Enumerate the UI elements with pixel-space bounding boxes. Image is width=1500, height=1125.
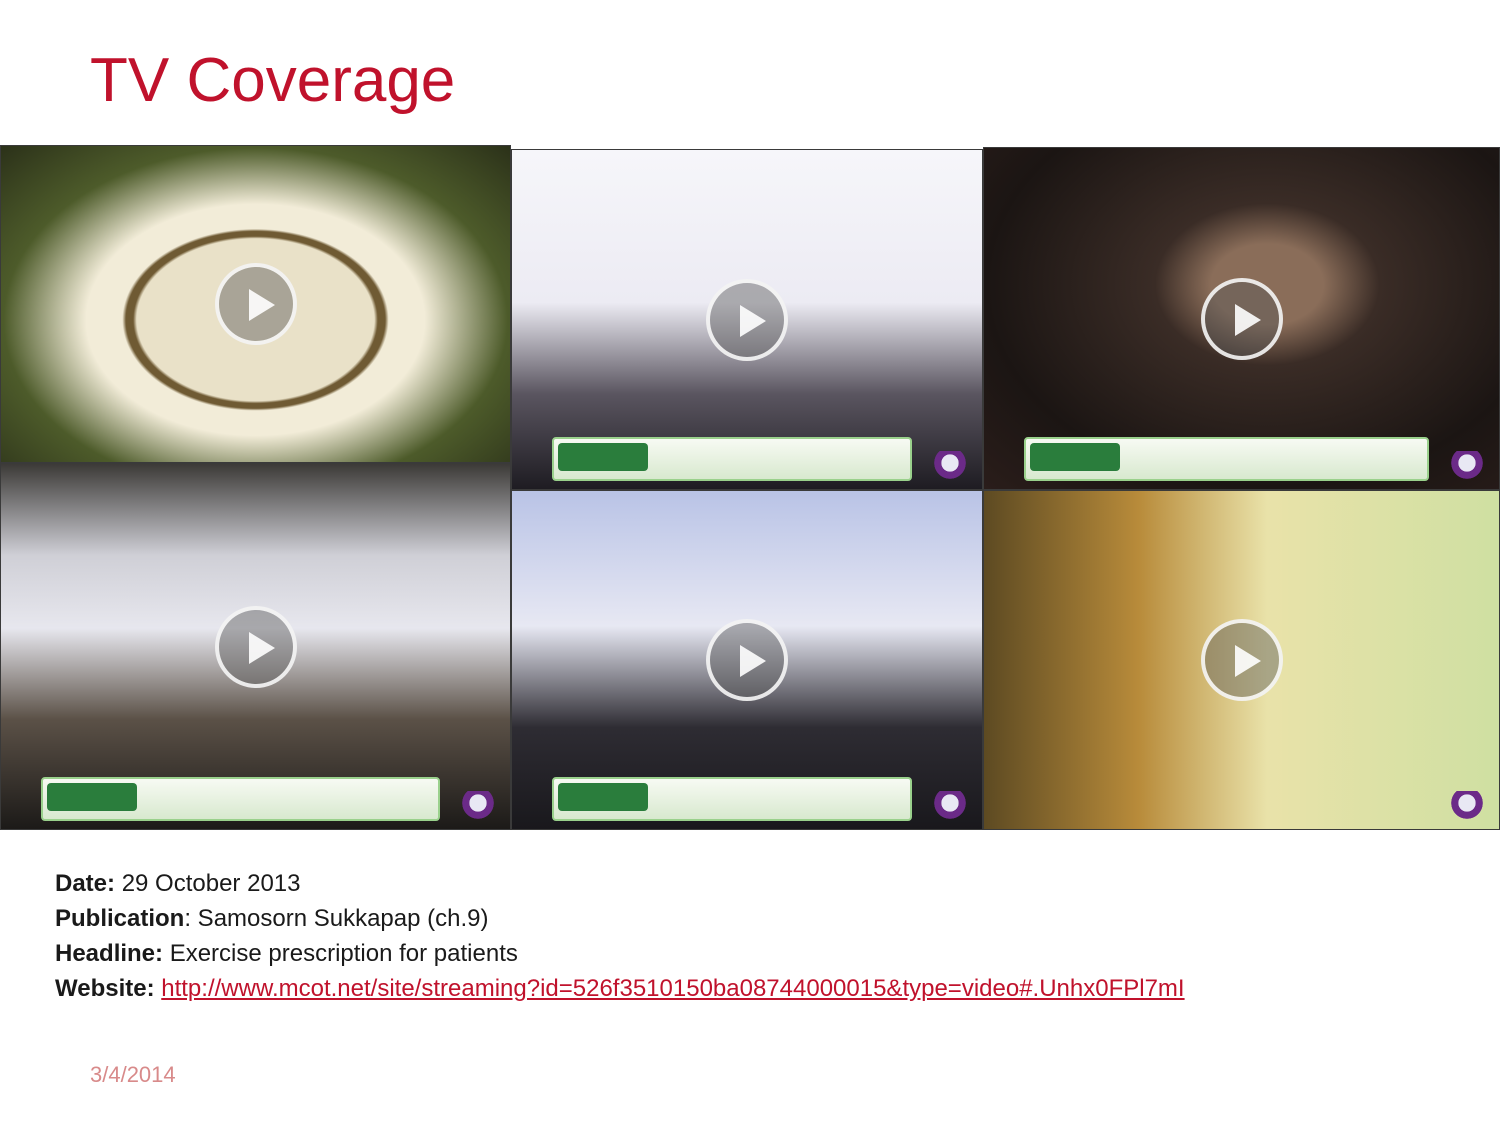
play-icon[interactable] <box>214 263 297 345</box>
channel-logo-icon <box>1445 791 1489 821</box>
slide-title: TV Coverage <box>90 46 456 115</box>
channel-logo-icon <box>456 791 500 821</box>
play-icon[interactable] <box>1200 277 1283 360</box>
headline-value: Exercise prescription for patients <box>169 940 518 967</box>
headline-line: Headline: Exercise prescription for pati… <box>55 936 1185 971</box>
video-thumbnail-5[interactable] <box>511 490 983 830</box>
broadcast-banner <box>1024 437 1429 481</box>
broadcast-banner <box>41 777 440 821</box>
broadcast-banner <box>552 777 912 821</box>
date-label: Date: <box>55 870 116 897</box>
broadcast-banner <box>552 437 912 481</box>
play-icon[interactable] <box>1200 619 1283 701</box>
play-icon[interactable] <box>706 278 788 361</box>
channel-logo-icon <box>928 451 972 481</box>
video-grid <box>0 145 1500 830</box>
video-thumbnail-1[interactable] <box>0 145 511 463</box>
publication-line: Publication: Samosorn Sukkapap (ch.9) <box>55 901 1185 936</box>
footer-date: 3/4/2014 <box>90 1062 176 1087</box>
play-icon[interactable] <box>706 619 788 701</box>
video-thumbnail-6[interactable] <box>983 490 1500 830</box>
website-link[interactable]: http://www.mcot.net/site/streaming?id=52… <box>161 975 1184 1002</box>
date-value: 29 October 2013 <box>121 870 301 897</box>
website-label: Website: <box>55 975 155 1002</box>
play-icon[interactable] <box>214 605 297 688</box>
coverage-details: Date: 29 October 2013 Publication: Samos… <box>55 866 1185 1006</box>
video-thumbnail-4[interactable] <box>0 463 511 830</box>
publication-label: Publication <box>55 905 185 932</box>
channel-logo-icon <box>1445 451 1489 481</box>
video-thumbnail-3[interactable] <box>983 147 1500 490</box>
headline-label: Headline: <box>55 940 164 967</box>
video-thumbnail-2[interactable] <box>511 149 983 490</box>
channel-logo-icon <box>928 791 972 821</box>
publication-value: : Samosorn Sukkapap (ch.9) <box>184 905 489 932</box>
date-line: Date: 29 October 2013 <box>55 866 1185 901</box>
website-line: Website: http://www.mcot.net/site/stream… <box>55 971 1185 1006</box>
